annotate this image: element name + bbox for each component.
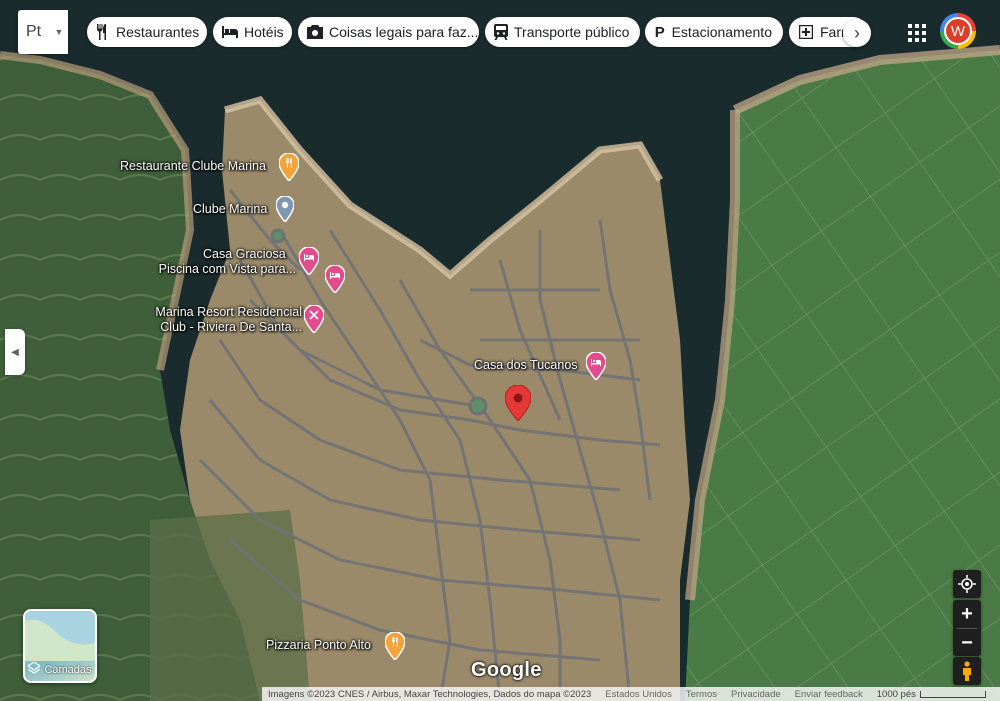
collapse-panel-button[interactable]: ◀ bbox=[5, 329, 25, 375]
layers-label: Camadas bbox=[44, 663, 92, 676]
fork-knife-icon bbox=[96, 24, 110, 40]
hotel-pin-icon[interactable] bbox=[325, 265, 345, 293]
train-icon bbox=[494, 24, 508, 40]
place-label-casa-graciosa[interactable]: Casa Graciosa Piscina com Vista para... bbox=[150, 247, 296, 277]
apps-grid-icon[interactable] bbox=[900, 16, 930, 46]
privacy-link[interactable]: Privacidade bbox=[731, 689, 781, 700]
place-label-line: Casa Graciosa bbox=[203, 247, 286, 261]
chevron-right-icon[interactable]: › bbox=[843, 19, 871, 47]
language-dropdown-arrow[interactable]: ▼ bbox=[50, 10, 68, 54]
place-label-marina-resort[interactable]: Marina Resort Residencial Club - Riviera… bbox=[142, 305, 302, 335]
hotel-pin-icon[interactable] bbox=[586, 352, 606, 380]
feedback-link[interactable]: Enviar feedback bbox=[795, 689, 863, 700]
filter-label: Restaurantes bbox=[116, 24, 200, 40]
selected-location-pin-icon[interactable] bbox=[505, 385, 531, 421]
zoom-controls: + − bbox=[953, 600, 981, 656]
place-label-clube-marina[interactable]: Clube Marina bbox=[193, 202, 267, 216]
avatar-initial: W bbox=[944, 17, 972, 45]
pegman-icon bbox=[963, 661, 971, 681]
bed-icon bbox=[222, 24, 238, 40]
avatar[interactable]: W bbox=[940, 13, 976, 49]
place-label-line: Club - Riviera De Santa... bbox=[160, 320, 302, 334]
pharmacy-icon bbox=[798, 24, 814, 40]
filter-label: Estacionamento bbox=[671, 24, 772, 40]
crosshair-icon bbox=[958, 575, 976, 593]
satellite-map[interactable] bbox=[0, 0, 1000, 701]
restaurant-pin-icon[interactable] bbox=[279, 153, 299, 181]
layers-button[interactable]: Camadas bbox=[23, 609, 97, 683]
filter-label: Transporte público bbox=[514, 24, 630, 40]
filter-label: Farr bbox=[820, 24, 846, 40]
filter-transporte-publico[interactable]: Transporte público bbox=[485, 17, 640, 47]
filter-label: Hotéis bbox=[244, 24, 284, 40]
filter-label: Coisas legais para faz... bbox=[329, 24, 479, 40]
filter-coisas-legais[interactable]: Coisas legais para faz... bbox=[298, 17, 479, 47]
filter-hoteis[interactable]: Hotéis bbox=[213, 17, 292, 47]
camera-icon bbox=[307, 24, 323, 40]
my-location-button[interactable] bbox=[953, 570, 981, 598]
scale-bar bbox=[919, 690, 986, 698]
google-logo: Google bbox=[471, 659, 542, 681]
layers-preview bbox=[25, 611, 95, 661]
map-footer: Imagens ©2023 CNES / Airbus, Maxar Techn… bbox=[262, 687, 1000, 701]
layers-icon bbox=[27, 661, 42, 677]
hotel-pin-icon[interactable] bbox=[304, 305, 324, 333]
filter-restaurantes[interactable]: Restaurantes bbox=[87, 17, 207, 47]
zoom-in-button[interactable]: + bbox=[953, 600, 981, 628]
street-view-pegman-button[interactable] bbox=[953, 657, 981, 685]
parking-icon: P bbox=[654, 23, 665, 41]
place-label-line: Piscina com Vista para... bbox=[158, 262, 296, 276]
zoom-out-button[interactable]: − bbox=[953, 629, 981, 657]
place-label-line: Marina Resort Residencial bbox=[155, 305, 302, 319]
place-pin-icon[interactable] bbox=[276, 196, 294, 222]
restaurant-pin-icon[interactable] bbox=[385, 632, 405, 660]
language-label: Pt bbox=[26, 23, 42, 40]
imagery-attribution: Imagens ©2023 CNES / Airbus, Maxar Techn… bbox=[268, 688, 592, 700]
country-link[interactable]: Estados Unidos bbox=[605, 689, 672, 700]
map-scale[interactable]: 1000 pés bbox=[877, 689, 986, 700]
place-label-pizzaria-ponto-alto[interactable]: Pizzaria Ponto Alto bbox=[266, 638, 371, 652]
filter-estacionamento[interactable]: P Estacionamento bbox=[645, 17, 783, 47]
terms-link[interactable]: Termos bbox=[686, 689, 717, 700]
place-label-casa-dos-tucanos[interactable]: Casa dos Tucanos bbox=[474, 358, 578, 372]
hotel-pin-icon[interactable] bbox=[299, 247, 319, 275]
place-label-restaurante-clube-marina[interactable]: Restaurante Clube Marina bbox=[120, 159, 266, 173]
scale-label: 1000 pés bbox=[876, 688, 916, 700]
